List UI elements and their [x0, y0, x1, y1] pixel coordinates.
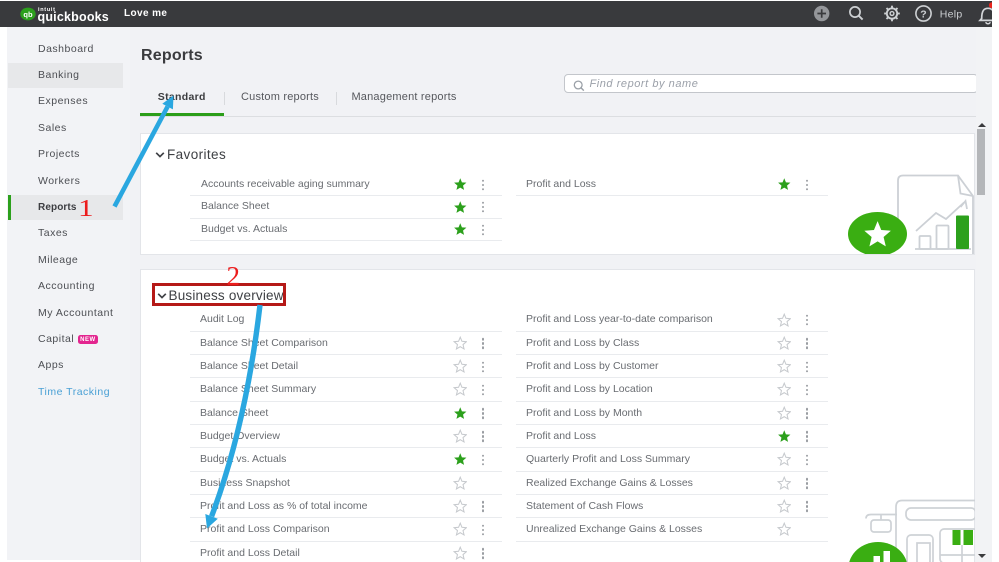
svg-text:Help: Help — [940, 8, 963, 20]
svg-text:?: ? — [920, 8, 926, 20]
svg-text:qb: qb — [23, 9, 33, 18]
